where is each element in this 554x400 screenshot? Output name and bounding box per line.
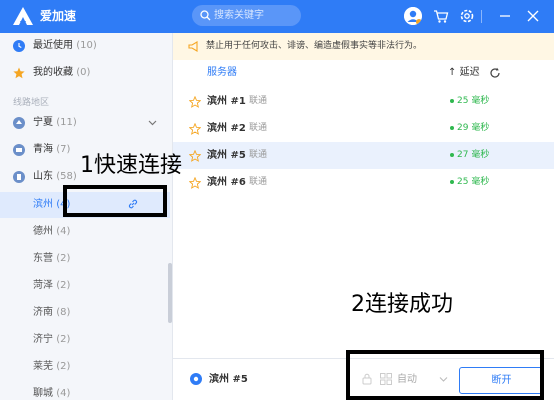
server-row[interactable]: 滨州 #2 联通 29 毫秒	[173, 115, 554, 142]
sidebar-item-label: 山东	[33, 171, 53, 182]
server-isp: 联通	[249, 123, 268, 133]
latency-dot	[450, 126, 454, 130]
link-icon[interactable]	[127, 198, 139, 210]
server-latency: 27 毫秒	[457, 150, 490, 160]
sidebar-city[interactable]: 菏泽 (2)	[0, 273, 170, 299]
star-icon	[13, 67, 25, 79]
annotation-step2: 2连接成功	[351, 292, 453, 317]
current-server: 滨州 #5	[209, 374, 248, 385]
server-row[interactable]: 滨州 #6 联通 25 毫秒	[173, 169, 554, 196]
close-icon[interactable]	[524, 7, 542, 25]
search-input[interactable]	[214, 8, 296, 23]
title-bar: 爱加速	[0, 0, 554, 33]
sidebar-item-favorites[interactable]: 我的收藏 (0)	[0, 60, 173, 86]
user-avatar-icon[interactable]	[404, 7, 422, 25]
sidebar-city-label: 济南	[33, 307, 53, 318]
sidebar-city-count: (2)	[56, 334, 71, 345]
notice-text: 禁止用于任何攻击、诽谤、编造虚假事实等非法行为。	[206, 41, 423, 51]
sidebar-city-count: (4)	[56, 388, 71, 399]
location-icon	[190, 373, 202, 385]
server-name: 滨州 #6	[207, 177, 246, 188]
search-box[interactable]	[192, 5, 301, 26]
sidebar-city[interactable]: 聊城 (4)	[0, 381, 170, 400]
search-icon	[200, 10, 211, 21]
star-outline-icon[interactable]	[189, 123, 201, 135]
annotation-box-connected	[346, 350, 544, 400]
column-header-latency-label: 延迟	[459, 67, 480, 78]
sidebar-city-count: (2)	[56, 280, 71, 291]
sidebar-city-label: 德州	[33, 226, 53, 237]
server-isp: 联通	[249, 150, 268, 160]
sidebar-item-label: 宁夏	[33, 117, 53, 128]
section-title: 线路地区	[13, 98, 50, 108]
sidebar-item-label: 我的收藏	[33, 67, 73, 78]
sidebar-city-count: (2)	[56, 253, 71, 264]
region-icon	[13, 171, 25, 183]
chevron-down-icon[interactable]	[148, 118, 157, 127]
sidebar-item-recent[interactable]: 最近使用 (10)	[0, 33, 173, 59]
latency-dot	[450, 180, 454, 184]
sidebar-item-ningxia[interactable]: 宁夏 (11)	[0, 110, 173, 136]
server-latency: 25 毫秒	[457, 96, 490, 106]
server-name: 滨州 #1	[207, 96, 246, 107]
sidebar-city-label: 东营	[33, 253, 53, 264]
clock-icon	[13, 40, 25, 52]
latency-dot	[450, 153, 454, 157]
sidebar-city-count: (8)	[56, 307, 71, 318]
column-header-latency[interactable]: ↑ 延迟	[448, 66, 480, 80]
sidebar-city-count: (2)	[56, 361, 71, 372]
latency-dot	[450, 99, 454, 103]
sidebar-city[interactable]: 东营 (2)	[0, 246, 170, 272]
region-icon	[13, 117, 25, 129]
server-row[interactable]: 滨州 #1 联通 25 毫秒	[173, 88, 554, 115]
star-outline-icon[interactable]	[189, 96, 201, 108]
sidebar-item-count: (10)	[76, 40, 97, 51]
minimize-icon[interactable]	[496, 7, 514, 25]
server-name: 滨州 #5	[207, 150, 246, 161]
megaphone-icon	[188, 41, 198, 52]
sidebar-city[interactable]: 济南 (8)	[0, 300, 170, 326]
server-latency: 29 毫秒	[457, 123, 490, 133]
sidebar-item-count: (58)	[56, 171, 77, 182]
sidebar-city-label: 莱芜	[33, 361, 53, 372]
star-outline-icon[interactable]	[189, 150, 201, 162]
sidebar-city-label: 济宁	[33, 334, 53, 345]
region-icon	[13, 144, 25, 156]
column-header-server[interactable]: 服务器	[207, 66, 237, 80]
refresh-icon[interactable]	[489, 67, 501, 79]
app-logo-icon	[13, 7, 33, 25]
title-bar-divider	[481, 10, 482, 23]
sort-arrow-icon: ↑	[448, 67, 457, 78]
sidebar-city-label: 聊城	[33, 388, 53, 399]
sidebar-city[interactable]: 德州 (4)	[0, 219, 170, 245]
server-isp: 联通	[249, 177, 268, 187]
app-title: 爱加速	[40, 9, 77, 23]
sidebar-city[interactable]: 济宁 (2)	[0, 327, 170, 353]
sidebar-city-count: (4)	[56, 226, 71, 237]
sidebar-item-count: (7)	[56, 144, 71, 155]
server-latency: 25 毫秒	[457, 177, 490, 187]
sidebar-city-label: 菏泽	[33, 280, 53, 291]
gear-icon[interactable]	[458, 7, 476, 25]
sidebar-scrollbar[interactable]	[168, 263, 172, 323]
cart-icon[interactable]	[432, 7, 450, 25]
sidebar-item-label: 最近使用	[33, 40, 73, 51]
star-outline-icon[interactable]	[189, 177, 201, 189]
annotation-step1: 1快速连接	[80, 153, 182, 178]
sidebar-city-label: 滨州	[33, 199, 53, 210]
sidebar-item-count: (0)	[76, 67, 91, 78]
annotation-box-quick-connect	[63, 185, 167, 217]
warning-notice: 禁止用于任何攻击、诽谤、编造虚假事实等非法行为。	[173, 33, 554, 60]
sidebar-item-label: 青海	[33, 144, 53, 155]
server-row-selected[interactable]: 滨州 #5 联通 27 毫秒	[173, 142, 554, 169]
sidebar-item-count: (11)	[56, 117, 77, 128]
sidebar-city[interactable]: 莱芜 (2)	[0, 354, 170, 380]
server-name: 滨州 #2	[207, 123, 246, 134]
server-isp: 联通	[249, 96, 268, 106]
